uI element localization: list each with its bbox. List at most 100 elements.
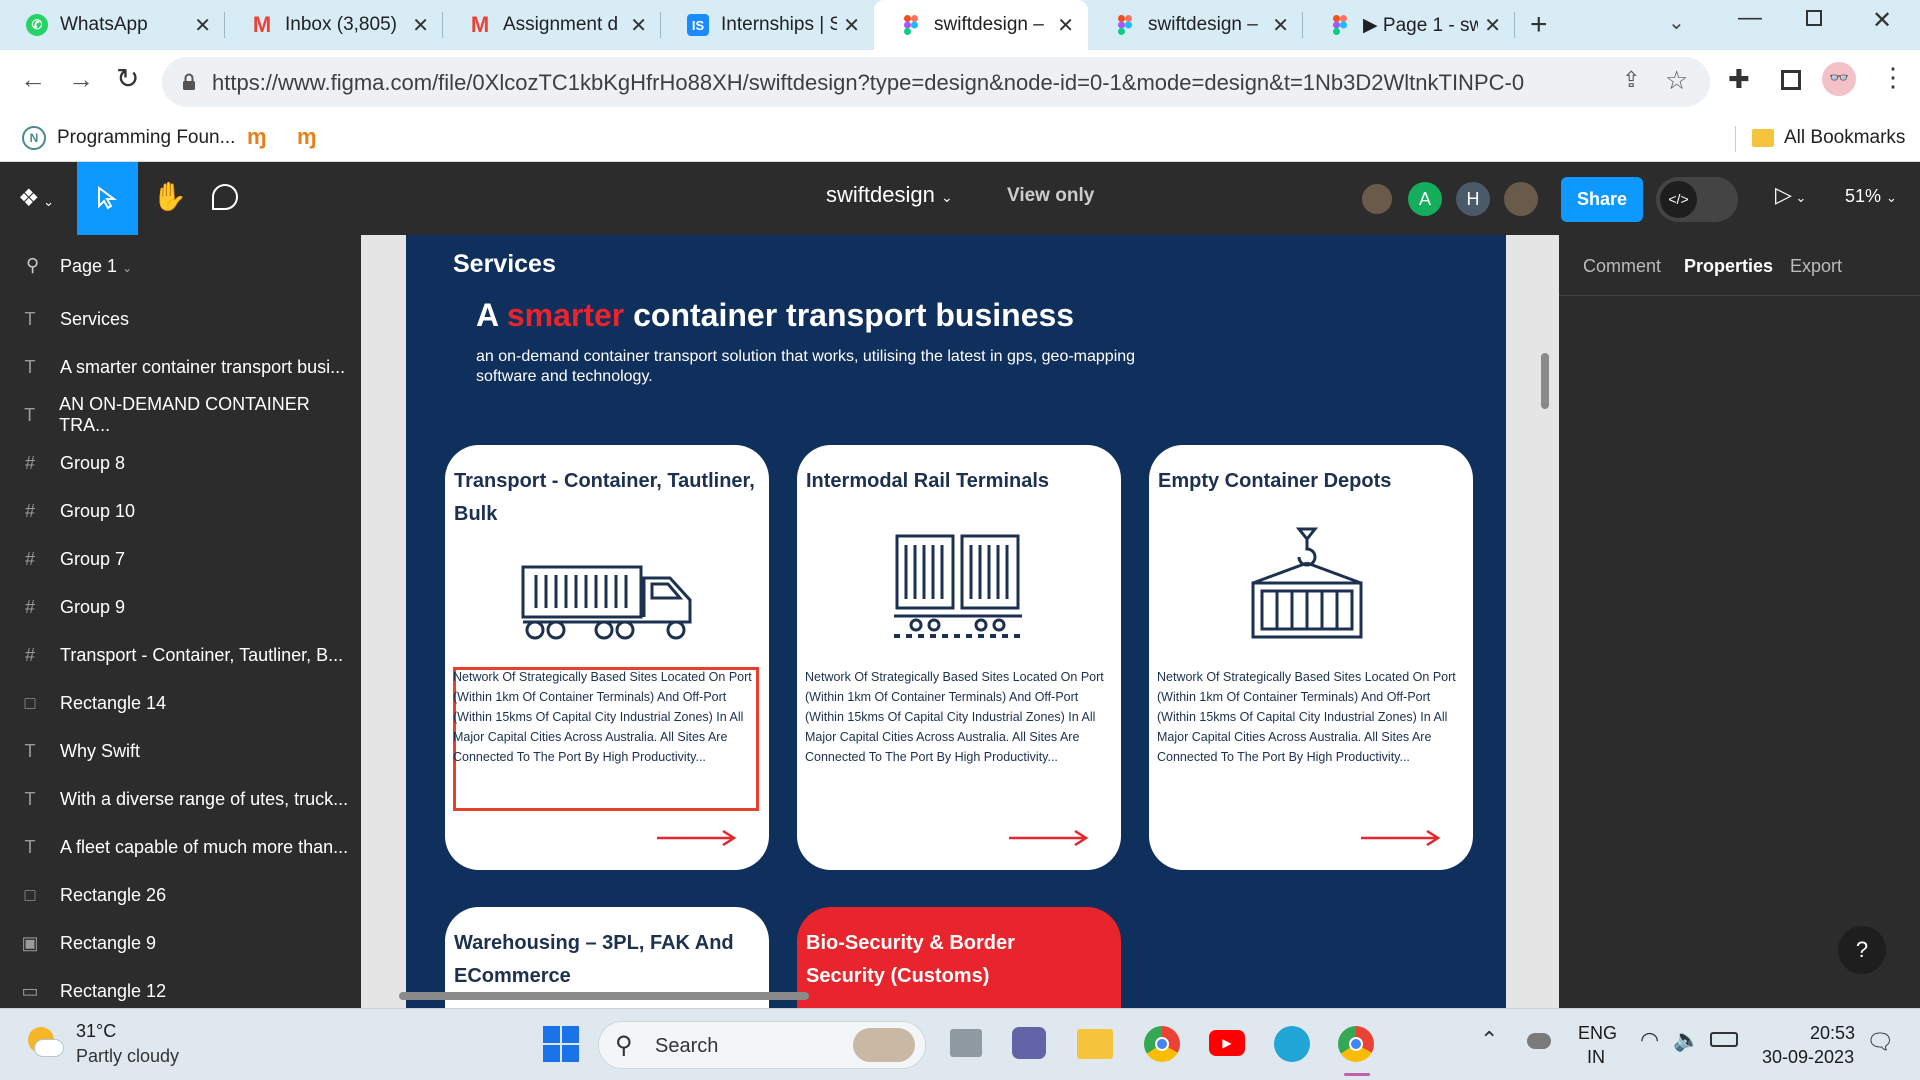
tab-whatsapp[interactable]: ✆ WhatsApp ✕	[0, 0, 225, 50]
close-icon[interactable]: ✕	[630, 13, 647, 38]
restore-button[interactable]	[1806, 10, 1822, 26]
arrow-right-icon[interactable]	[1009, 830, 1089, 846]
arrow-right-icon[interactable]	[1361, 830, 1441, 846]
card-body: Network Of Strategically Based Sites Loc…	[453, 670, 752, 764]
figma-menu-icon[interactable]: ❖ ⌄	[18, 184, 54, 213]
layer-item[interactable]: T With a diverse range of utes, truck...	[0, 775, 361, 823]
close-window-button[interactable]: ✕	[1872, 6, 1892, 35]
layer-item[interactable]: T AN ON-DEMAND CONTAINER TRA...	[0, 391, 361, 439]
layer-item[interactable]: # Group 10	[0, 487, 361, 535]
forward-button[interactable]: →	[68, 64, 94, 95]
file-name[interactable]: swiftdesign ⌄	[826, 182, 953, 208]
tab-gmail-assignment[interactable]: M Assignment d ✕	[443, 0, 661, 50]
chrome-icon[interactable]	[1144, 1026, 1180, 1062]
move-tool-button[interactable]	[77, 162, 138, 235]
minimize-button[interactable]: —	[1738, 4, 1762, 32]
layer-item[interactable]: T Why Swift	[0, 727, 361, 775]
layer-item[interactable]: # Group 9	[0, 583, 361, 631]
service-card-empty-depots[interactable]: Empty Container Depots Network Of Strate…	[1149, 445, 1473, 870]
more-menu-icon[interactable]: ⋮	[1880, 62, 1906, 93]
youtube-icon[interactable]: ▶	[1209, 1030, 1245, 1056]
extensions-icon[interactable]: ✚	[1728, 64, 1750, 95]
service-card-transport[interactable]: Transport - Container, Tautliner, Bulk N…	[445, 445, 769, 870]
arrow-right-icon[interactable]	[657, 830, 737, 846]
hand-tool-icon[interactable]: ✋	[152, 180, 187, 213]
language-line2[interactable]: IN	[1587, 1047, 1605, 1068]
close-icon[interactable]: ✕	[1057, 13, 1074, 38]
avatar-a[interactable]: A	[1408, 182, 1442, 216]
bookmark-star-icon[interactable]: ☆	[1665, 65, 1688, 96]
tab-export[interactable]: Export	[1790, 256, 1842, 277]
profile-avatar[interactable]: 👓	[1822, 62, 1856, 96]
close-icon[interactable]: ✕	[843, 13, 860, 38]
design-canvas[interactable]: Services A smarter container transport b…	[361, 235, 1559, 1008]
bookmark-programming[interactable]: Programming Foun...	[57, 127, 235, 149]
page-selector[interactable]: Page 1 ⌄	[60, 256, 132, 277]
notifications-icon[interactable]: 🗨	[1866, 1029, 1894, 1055]
close-icon[interactable]: ✕	[1272, 13, 1289, 38]
layer-item[interactable]: □ Rectangle 26	[0, 871, 361, 919]
onedrive-icon[interactable]	[1527, 1033, 1551, 1049]
tab-comment[interactable]: Comment	[1583, 256, 1661, 277]
layer-item[interactable]: T Services	[0, 295, 361, 343]
side-panel-icon[interactable]	[1781, 70, 1801, 90]
wifi-icon[interactable]: ◠	[1640, 1027, 1659, 1053]
chrome-profile-icon[interactable]	[1338, 1026, 1374, 1062]
layer-item[interactable]: □ Rectangle 14	[0, 679, 361, 727]
avatar[interactable]	[1504, 182, 1538, 216]
file-explorer-icon[interactable]	[1077, 1029, 1113, 1059]
task-view-icon[interactable]	[950, 1029, 982, 1057]
tray-overflow-icon[interactable]: ⌃	[1480, 1027, 1498, 1053]
tab-gmail-inbox[interactable]: M Inbox (3,805) ✕	[225, 0, 443, 50]
layer-item[interactable]: # Transport - Container, Tautliner, B...	[0, 631, 361, 679]
all-bookmarks[interactable]: All Bookmarks	[1784, 127, 1905, 149]
layer-item[interactable]: # Group 7	[0, 535, 361, 583]
weather-icon[interactable]	[24, 1023, 64, 1063]
taskbar-search-box[interactable]: ⚲ Search	[598, 1021, 926, 1069]
layer-item[interactable]: T A fleet capable of much more than...	[0, 823, 361, 871]
clock-date[interactable]: 30-09-2023	[1762, 1047, 1854, 1068]
back-button[interactable]: ←	[20, 64, 46, 95]
vertical-scrollbar[interactable]	[1541, 353, 1549, 409]
battery-icon[interactable]	[1710, 1032, 1738, 1047]
clock-time[interactable]: 20:53	[1810, 1023, 1855, 1044]
layer-item[interactable]: ▣ Rectangle 9	[0, 919, 361, 967]
close-icon[interactable]: ✕	[194, 13, 211, 38]
zoom-level[interactable]: 51% ⌄	[1845, 186, 1897, 207]
share-page-icon[interactable]: ⇪	[1622, 67, 1640, 93]
tab-search-icon[interactable]: ⌄	[1668, 10, 1685, 35]
tab-properties[interactable]: Properties	[1684, 256, 1773, 277]
reload-button[interactable]: ↻	[116, 62, 139, 95]
layer-item[interactable]: T A smarter container transport busi...	[0, 343, 361, 391]
services-frame[interactable]: Services A smarter container transport b…	[406, 235, 1506, 1008]
tab-swiftdesign-active[interactable]: swiftdesign – ✕	[874, 0, 1088, 50]
windows-start-icon[interactable]	[543, 1026, 579, 1062]
dev-mode-toggle[interactable]: </>	[1656, 177, 1738, 222]
present-play-icon[interactable]: ▷ ⌄	[1775, 182, 1806, 208]
meet-icon[interactable]	[1012, 1027, 1046, 1059]
edge-icon[interactable]	[1274, 1026, 1310, 1062]
help-button[interactable]: ?	[1838, 926, 1886, 974]
volume-icon[interactable]: 🔈	[1673, 1027, 1700, 1053]
service-card-rail[interactable]: Intermodal Rail Terminals Network Of Str…	[797, 445, 1121, 870]
tab-internships[interactable]: IS Internships | S ✕	[661, 0, 874, 50]
tab-swiftdesign-2[interactable]: swiftdesign – ✕	[1088, 0, 1303, 50]
search-icon[interactable]: ⚲	[26, 255, 39, 276]
horizontal-scrollbar[interactable]	[399, 992, 809, 1000]
active-app-indicator	[1344, 1073, 1370, 1076]
comment-tool-icon[interactable]	[212, 184, 238, 210]
url-field[interactable]: https://www.figma.com/file/0XlcozTC1kbKg…	[162, 57, 1710, 107]
bookmark-m-icon[interactable]: ɱ	[297, 124, 317, 150]
share-button[interactable]: Share	[1561, 177, 1643, 222]
bookmark-m-icon[interactable]: ɱ	[247, 124, 267, 150]
close-icon[interactable]: ✕	[412, 13, 429, 38]
language-line1[interactable]: ENG	[1578, 1023, 1617, 1044]
tab-page1[interactable]: ▶ Page 1 - sw ✕	[1303, 0, 1515, 50]
close-icon[interactable]: ✕	[1484, 13, 1501, 38]
tab-title: swiftdesign –	[1148, 14, 1258, 35]
avatar-h[interactable]: H	[1456, 182, 1490, 216]
layer-item[interactable]: # Group 8	[0, 439, 361, 487]
avatar[interactable]	[1360, 182, 1394, 216]
service-card-biosecurity[interactable]: Bio-Security & Border Security (Customs)	[797, 907, 1121, 1008]
new-tab-button[interactable]: +	[1530, 8, 1548, 42]
